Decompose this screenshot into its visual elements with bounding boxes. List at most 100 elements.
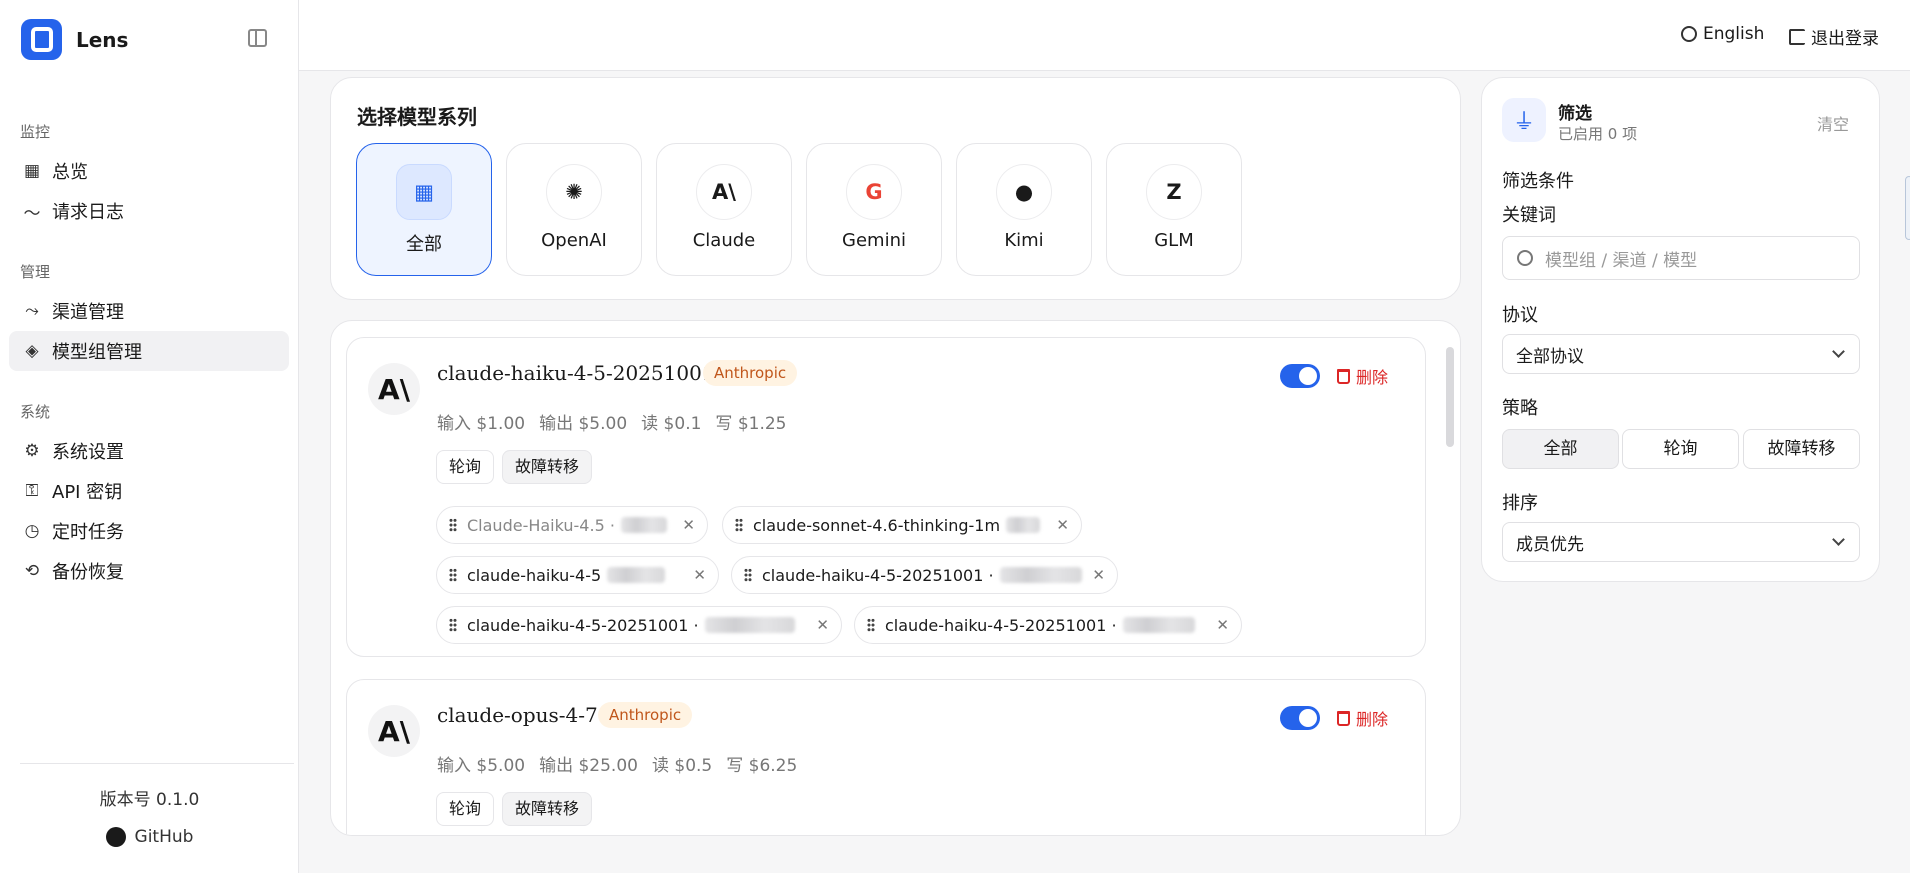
enable-toggle[interactable]: [1280, 364, 1320, 388]
sidebar-item-label: 定时任务: [52, 522, 124, 543]
sidebar-item-api-keys[interactable]: ⚿ API 密钥: [9, 471, 289, 511]
redacted-channel: [704, 617, 795, 633]
series-tile-openai[interactable]: ✺ OpenAI: [506, 143, 642, 276]
provider-badge: Anthropic: [598, 702, 693, 728]
section-title-manage: 管理: [20, 263, 51, 281]
member-label: claude-haiku-4-5-20251001 ·: [885, 615, 1117, 635]
collapse-sidebar-icon[interactable]: [248, 29, 267, 47]
model-group-list: A\ claude-haiku-4-5-20251001 Anthropic 删…: [330, 320, 1461, 836]
sidebar-item-overview[interactable]: ▦ 总览: [9, 151, 289, 191]
redacted-channel: [1006, 517, 1041, 533]
glm-icon: Z: [1146, 164, 1202, 220]
member-tag[interactable]: claude-haiku-4-5 ✕: [436, 556, 719, 594]
series-tile-label: Kimi: [1004, 230, 1044, 251]
brand[interactable]: Lens: [21, 19, 128, 60]
member-tag[interactable]: claude-haiku-4-5-20251001 · ✕: [854, 606, 1242, 644]
drag-handle-icon[interactable]: [449, 568, 457, 582]
clear-filters-button[interactable]: 清空: [1817, 111, 1849, 135]
delete-button[interactable]: 删除: [1337, 706, 1388, 730]
strategy-label: 策略: [1502, 398, 1538, 419]
top-header: English 退出登录: [299, 0, 1910, 71]
drag-handle-icon[interactable]: [744, 568, 752, 582]
sidebar-item-channels[interactable]: ⤳ 渠道管理: [9, 291, 289, 331]
logout-button[interactable]: 退出登录: [1789, 24, 1879, 49]
list-scrollbar[interactable]: [1446, 347, 1454, 447]
sidebar-item-settings[interactable]: ⚙ 系统设置: [9, 431, 289, 471]
lens-logo-icon: [21, 19, 62, 60]
sidebar-item-label: 总览: [52, 162, 88, 183]
series-title: 选择模型系列: [357, 105, 477, 129]
member-tag[interactable]: Claude-Haiku-4.5 · ✕: [436, 506, 708, 544]
section-title-monitor: 监控: [20, 123, 51, 141]
series-tile-all[interactable]: ▦ 全部: [356, 143, 492, 276]
sidebar-item-backup[interactable]: ⟲ 备份恢复: [9, 551, 289, 591]
read-price: 读 $0.5: [651, 756, 713, 776]
language-switch-button[interactable]: English: [1681, 24, 1764, 44]
edge-handle[interactable]: [1905, 176, 1910, 240]
remove-icon[interactable]: ✕: [682, 516, 695, 534]
remove-icon[interactable]: ✕: [1056, 516, 1069, 534]
strategy-option-round-robin[interactable]: 轮询: [1622, 429, 1739, 469]
drag-handle-icon[interactable]: [449, 518, 457, 532]
sidebar-item-cron[interactable]: ◷ 定时任务: [9, 511, 289, 551]
sort-select[interactable]: 成员优先: [1502, 522, 1860, 562]
remove-icon[interactable]: ✕: [693, 566, 706, 584]
sidebar-item-request-logs[interactable]: 〜 请求日志: [9, 191, 289, 231]
filter-panel: ⏚ 筛选 已启用 0 项 清空 筛选条件 关键词 模型组 / 渠道 / 模型 协…: [1481, 77, 1880, 582]
backup-icon: ⟲: [24, 561, 40, 581]
series-tile-label: 全部: [406, 234, 442, 255]
layers-icon: ◈: [25, 341, 39, 361]
redacted-channel: [1122, 617, 1195, 633]
series-tile-label: Claude: [692, 230, 756, 251]
member-label: claude-haiku-4-5: [467, 565, 602, 585]
series-tile-label: GLM: [1154, 230, 1194, 251]
series-tile-claude[interactable]: A\ Claude: [656, 143, 792, 276]
keyword-search-input[interactable]: 模型组 / 渠道 / 模型: [1502, 236, 1860, 280]
github-label: GitHub: [134, 827, 194, 847]
series-tile-label: OpenAI: [541, 230, 607, 251]
member-tag[interactable]: claude-sonnet-4.6-thinking-1m ✕: [722, 506, 1082, 544]
model-series-card: 选择模型系列 ▦ 全部 ✺ OpenAI A\ Claude G Gemini …: [330, 77, 1461, 300]
redacted-channel: [999, 567, 1082, 583]
model-group-name: claude-opus-4-7: [437, 703, 598, 727]
trash-icon: [1337, 368, 1350, 384]
delete-button[interactable]: 删除: [1337, 364, 1388, 388]
drag-handle-icon[interactable]: [449, 618, 457, 632]
dashboard-icon: ▦: [23, 161, 41, 181]
strategy-option-failover[interactable]: 故障转移: [1743, 429, 1860, 469]
sidebar-item-model-groups[interactable]: ◈ 模型组管理: [9, 331, 289, 371]
keyword-label: 关键词: [1502, 205, 1556, 226]
chevron-down-icon: [1832, 533, 1845, 546]
member-label: claude-sonnet-4.6-thinking-1m: [753, 515, 1001, 535]
price-line: 输入 $5.00 输出 $25.00 读 $0.5 写 $6.25: [437, 751, 811, 776]
github-link[interactable]: GitHub: [0, 827, 299, 847]
section-title-system: 系统: [20, 403, 51, 421]
kimi-icon: ●: [996, 164, 1052, 220]
series-tile-kimi[interactable]: ● Kimi: [956, 143, 1092, 276]
search-icon: [1517, 250, 1533, 266]
protocol-select[interactable]: 全部协议: [1502, 334, 1860, 374]
sidebar: Lens 监控 ▦ 总览 〜 请求日志 管理 ⤳ 渠道管理 ◈ 模型组管理 系统…: [0, 0, 299, 873]
model-group-name: claude-haiku-4-5-20251001: [437, 361, 715, 385]
drag-handle-icon[interactable]: [867, 618, 875, 632]
series-tile-glm[interactable]: Z GLM: [1106, 143, 1242, 276]
series-tile-gemini[interactable]: G Gemini: [806, 143, 942, 276]
anthropic-icon: A\: [368, 705, 420, 757]
remove-icon[interactable]: ✕: [1216, 616, 1229, 634]
output-price: 输出 $5.00: [539, 414, 628, 434]
drag-handle-icon[interactable]: [735, 518, 743, 532]
sidebar-item-label: 备份恢复: [52, 562, 124, 583]
remove-icon[interactable]: ✕: [816, 616, 829, 634]
route-icon: ⤳: [25, 301, 39, 321]
key-icon: ⚿: [25, 481, 39, 501]
member-tag[interactable]: claude-haiku-4-5-20251001 · ✕: [436, 606, 842, 644]
sidebar-divider: [20, 763, 294, 764]
strategy-option-all[interactable]: 全部: [1502, 429, 1619, 469]
strategy-chip-failover: 故障转移: [502, 450, 593, 484]
enable-toggle[interactable]: [1280, 706, 1320, 730]
sort-label: 排序: [1502, 493, 1538, 514]
member-label: claude-haiku-4-5-20251001 ·: [762, 565, 994, 585]
member-tag[interactable]: claude-haiku-4-5-20251001 · ✕: [731, 556, 1118, 594]
remove-icon[interactable]: ✕: [1092, 566, 1105, 584]
globe-icon: [1681, 26, 1697, 42]
